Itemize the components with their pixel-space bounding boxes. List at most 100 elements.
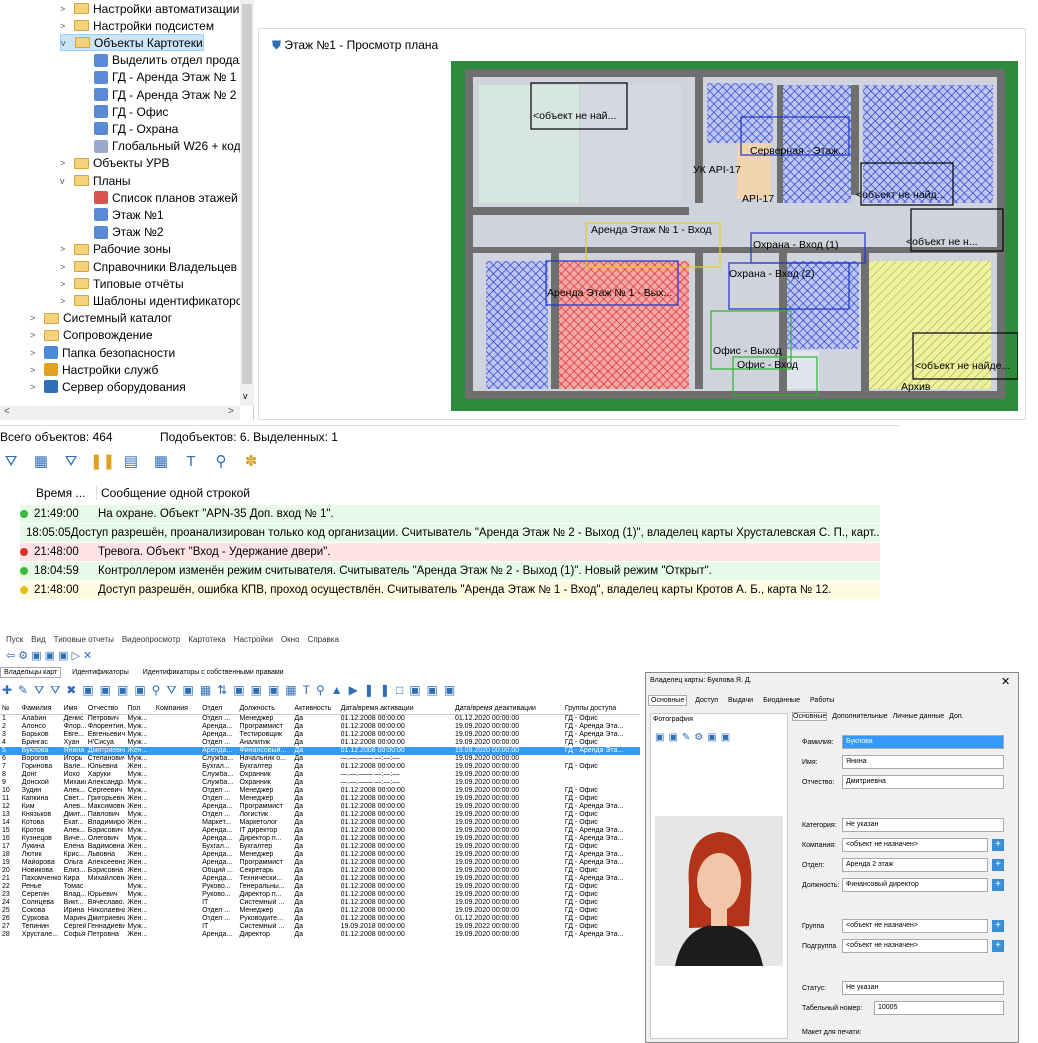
col-message[interactable]: Сообщение одной строкой <box>96 486 250 500</box>
expand-icon[interactable]: > <box>30 313 40 323</box>
table-row[interactable]: 22 Ренье Томас Муж... Руково... Генеральны...… <box>0 883 640 891</box>
menu-item[interactable]: Картотека <box>188 635 225 644</box>
text-icon[interactable]: T <box>180 453 202 473</box>
expand-icon[interactable]: > <box>30 382 40 392</box>
table-row[interactable]: 6 Ворогов Игорь Степанович Муж... Служба... На… <box>0 755 640 763</box>
owner-tab[interactable]: Идентификаторы с собственными правами <box>140 668 287 677</box>
table-row[interactable]: 11 Капкина Свет... Григорьевна Жен... Отдел .… <box>0 795 640 803</box>
event-row[interactable]: 21:48:00 Тревога. Объект "Вход - Удержани… <box>20 543 880 561</box>
department-select[interactable]: Аренда 2 этаж <box>842 858 988 872</box>
tree-item[interactable]: ГД - Охрана <box>80 120 178 137</box>
tree-item[interactable]: > Объекты УРВ <box>60 155 169 172</box>
expand-icon[interactable]: v <box>60 176 70 186</box>
expand-icon[interactable]: > <box>60 296 70 306</box>
menu-item[interactable]: Настройки <box>234 635 273 644</box>
expand-icon[interactable]: > <box>30 365 40 375</box>
owners-table[interactable]: № Фамилия Имя Отчество Пол Компания Отдел Должн… <box>0 703 640 939</box>
filter-icon[interactable]: ⛛ <box>0 453 22 473</box>
main-toolbar[interactable]: ⇦ ⚙ ▣ ▣ ▣ ▷ ✕ <box>6 649 246 667</box>
tree-item[interactable]: > Настройки подсистем <box>60 17 214 34</box>
column-header[interactable]: Активность <box>292 703 339 715</box>
column-header[interactable]: Отдел <box>200 703 238 715</box>
tree-item[interactable]: v Планы <box>60 172 131 189</box>
filter-clear-icon[interactable]: ⛛ <box>60 453 82 473</box>
category-select[interactable]: Не указан <box>842 818 1004 832</box>
dialog-subtab[interactable]: Дополнительные <box>832 713 887 720</box>
table-row[interactable]: 13 Князьков Дмит... Павлович Муж... Отдел ...… <box>0 811 640 819</box>
add-group-button[interactable]: + <box>992 920 1004 932</box>
table-row[interactable]: 5 Буклова Янина Дмитриевна Жен... Аренда... Фи… <box>0 746 640 755</box>
event-row[interactable]: 18:05:05 Доступ разрешён, проанализирован… <box>20 524 880 542</box>
table-row[interactable]: 1 Алабин Денис Петрович Муж... Отдел ... Менед… <box>0 714 640 723</box>
expand-icon[interactable]: > <box>60 262 70 272</box>
menu-item[interactable]: Окно <box>281 635 300 644</box>
table-row[interactable]: 14 Котова Екат...Владимиро...Жен... Маркет.… <box>0 819 640 827</box>
column-header[interactable]: Дата/время деактивации <box>452 703 563 715</box>
middle-name-field[interactable]: Дмитриевна <box>842 775 1004 789</box>
company-select[interactable]: <объект не назначен> <box>842 838 988 852</box>
event-row[interactable]: 21:49:00 На охране. Объект "APN-35 Доп. в… <box>20 505 880 523</box>
settings-icon[interactable]: ✽ <box>240 452 262 472</box>
table-row[interactable]: 18 Лютик Крис... Львовна Жен... Аренда... Мене… <box>0 851 640 859</box>
table-row[interactable]: 24 Солнцева Викт... Вячеславо... Жен... IT Сис… <box>0 899 640 907</box>
table-row[interactable]: 27 Тепинин СергейГеннадиевичМуж... IT Систем… <box>0 923 640 931</box>
table-row[interactable]: 12 Ким Алев... Максимовна Жен... Аренда... Про… <box>0 803 640 811</box>
position-select[interactable]: Финансовый директор <box>842 878 988 892</box>
column-header[interactable]: Имя <box>61 703 86 715</box>
expand-icon[interactable]: > <box>60 4 70 14</box>
column-header[interactable]: Пол <box>125 703 154 715</box>
tree-item[interactable]: > Сервер оборудования <box>30 378 186 395</box>
search-icon[interactable]: ⚲ <box>210 452 232 472</box>
tree-item[interactable]: > Сопровождение <box>30 327 153 344</box>
expand-icon[interactable]: > <box>60 21 70 31</box>
table-row[interactable]: 4 Брингас Хуан Н'Сисуа Муж... Отдел ... Аналит… <box>0 739 640 747</box>
dialog-tab[interactable]: Работы <box>808 696 836 705</box>
menu-item[interactable]: Справка <box>308 635 339 644</box>
expand-icon[interactable]: > <box>30 348 40 358</box>
tree-item[interactable]: > Настройки служб <box>30 361 158 378</box>
add-company-button[interactable]: + <box>992 839 1004 851</box>
report-icon[interactable]: ▦ <box>150 452 172 472</box>
table-row[interactable]: 25 Сокова Ирина Николаевна Жен... Отдел ... Ме… <box>0 907 640 915</box>
dialog-subtab[interactable]: Доп. <box>949 713 963 720</box>
table-row[interactable]: 19 Майорова Ольга Алексеевна Жен... Аренда...… <box>0 859 640 867</box>
owner-tab[interactable]: Владельцы карт <box>0 667 62 678</box>
table-icon[interactable]: ▦ <box>30 452 52 472</box>
menu-item[interactable]: Типовые отчеты <box>54 635 114 644</box>
first-name-field[interactable]: Янина <box>842 755 1004 769</box>
table-row[interactable]: 8 Донг Йохо Харуки Муж... Служба... Охранник Да… <box>0 771 640 779</box>
dialog-tab[interactable]: Основные <box>648 695 688 706</box>
dialog-subtab[interactable]: Основные <box>792 712 828 721</box>
photo-toolbar[interactable]: ▣▣✎⚙▣▣ <box>655 732 734 743</box>
tree-item[interactable]: > Папка безопасности <box>30 344 175 361</box>
dialog-tab[interactable]: Доступ <box>693 696 720 705</box>
expand-icon[interactable]: > <box>60 158 70 168</box>
status-select[interactable]: Не указан <box>842 981 1004 995</box>
column-header[interactable]: Дата/время активации <box>338 703 453 715</box>
column-header[interactable]: № <box>0 703 20 715</box>
table-row[interactable]: 16 Кузнецов Виче... Олегович Муж... Аренда...… <box>0 835 640 843</box>
table-row[interactable]: 7 Горинова Вале... Юльевна Жен... Бухгал... Бу… <box>0 763 640 771</box>
pause-icon[interactable]: ❚❚ <box>90 452 115 472</box>
grid-toolbar[interactable]: ✚✎⛛⛛✖▣▣▣▣⚲⛛▣▦⇅▣▣▣▦T⚲▲▶❚❚□▣▣▣ <box>2 683 642 699</box>
dialog-subtabs[interactable]: Основные Дополнительные Личные данные Доп. <box>792 712 969 721</box>
tree-item[interactable]: ГД - Аренда Этаж № 1 <box>80 69 236 86</box>
last-name-field[interactable]: Буклова <box>842 735 1004 749</box>
column-header[interactable]: Фамилия <box>19 703 62 715</box>
menu-item[interactable]: Видеопросмотр <box>122 635 181 644</box>
expand-icon[interactable]: > <box>60 279 70 289</box>
subgroup-select[interactable]: <объект не назначен> <box>842 939 988 953</box>
tree-item[interactable]: > Справочники Владельцев карт <box>60 258 253 275</box>
table-row[interactable]: 23 Серегин Влад... Юрьевич Муж... Руково... Ди… <box>0 891 640 899</box>
tree-item[interactable]: > Системный каталог <box>30 310 172 327</box>
expand-icon[interactable]: v <box>61 38 71 48</box>
add-department-button[interactable]: + <box>992 859 1004 871</box>
tree-item[interactable]: Выделить отдел продаж <box>80 52 247 69</box>
tree-item[interactable]: Этаж №1 <box>80 206 164 223</box>
owner-tabs[interactable]: Владельцы карт Идентификаторы Идентификато… <box>0 667 295 678</box>
add-position-button[interactable]: + <box>992 879 1004 891</box>
tree-hscroll[interactable]: < > <box>0 406 240 420</box>
object-tree[interactable]: > Настройки автоматизации > Настройки подси… <box>0 0 254 420</box>
dialog-tab[interactable]: Биоданные <box>761 696 802 705</box>
table-row[interactable]: 26 Суркова МаринаДмитриевнаЖен... Отдел ...… <box>0 915 640 923</box>
